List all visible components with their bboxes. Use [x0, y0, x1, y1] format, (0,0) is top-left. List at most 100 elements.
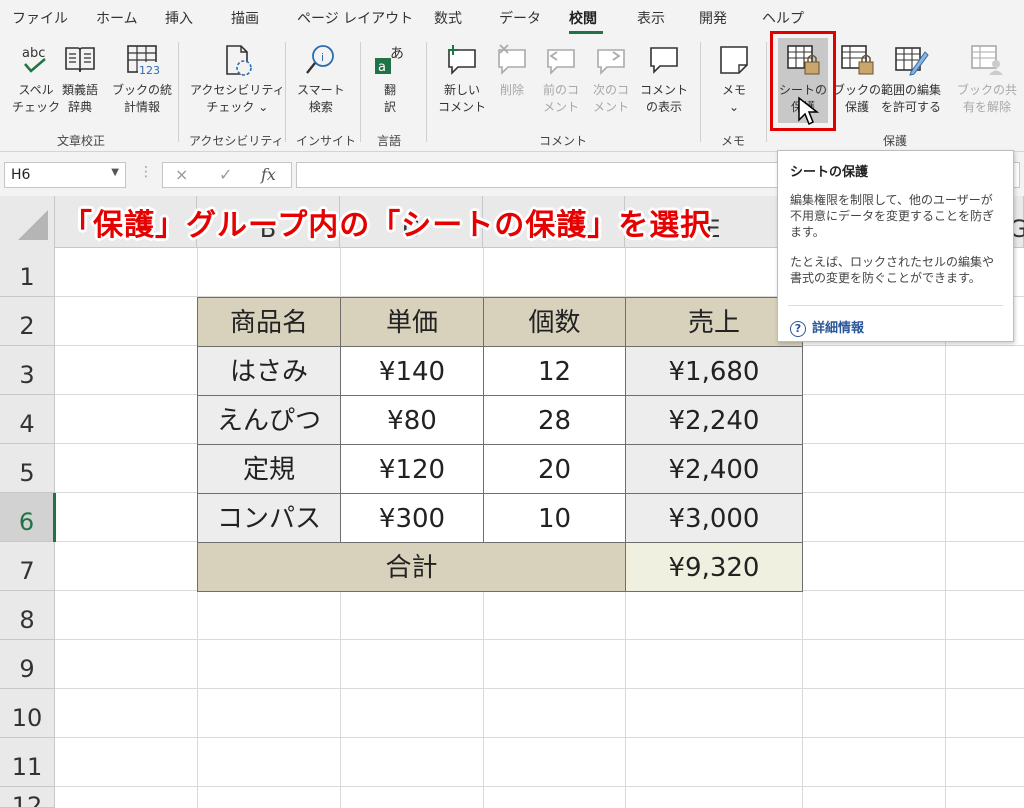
tooltip-example: たとえば、ロックされたセルの編集や書式の変更を防ぐことができます。 [790, 255, 995, 285]
row-header[interactable]: 8 [0, 591, 55, 640]
active-tab-indicator [569, 31, 603, 34]
enter-icon[interactable]: ✓ [219, 165, 232, 184]
row-header[interactable]: 5 [0, 444, 55, 493]
spelling-button[interactable]: abc スペル チェック [12, 42, 60, 116]
table-cell[interactable]: はさみ [197, 346, 341, 396]
menu-bar: ファイル ホーム 挿入 描画 ページ レイアウト 数式 データ 校閲 表示 開発… [0, 0, 1024, 36]
table-cell[interactable]: 10 [483, 493, 626, 543]
row-header[interactable]: 7 [0, 542, 55, 591]
tab-formulas[interactable]: 数式 [434, 8, 462, 28]
previous-comment-icon [547, 49, 575, 75]
group-separator [360, 42, 361, 142]
next-comment-icon [597, 49, 625, 75]
svg-text:123: 123 [139, 64, 160, 77]
notes-button[interactable]: メモ ⌄ [716, 42, 752, 116]
row-header[interactable]: 2 [0, 297, 55, 346]
table-cell[interactable]: ¥2,240 [625, 395, 803, 445]
allow-edit-ranges-button[interactable]: 範囲の編集 を許可する [881, 42, 941, 116]
tooltip-description: 編集権限を制限して、他のユーザーが不用意にデータを変更することを防ぎます。 [790, 193, 995, 239]
table-cell[interactable]: 12 [483, 346, 626, 396]
table-cell[interactable]: ¥2,400 [625, 444, 803, 494]
gridline [55, 786, 1024, 787]
table-cell[interactable]: 20 [483, 444, 626, 494]
table-cell[interactable]: ¥140 [340, 346, 484, 396]
table-cell[interactable]: ¥3,000 [625, 493, 803, 543]
table-cell[interactable]: 28 [483, 395, 626, 445]
table-header[interactable]: 商品名 [197, 297, 341, 347]
chevron-down-icon[interactable]: ▼ [111, 167, 119, 178]
table-cell[interactable]: ¥300 [340, 493, 484, 543]
workbook-statistics-button[interactable]: 123 ブックの統 計情報 [112, 42, 172, 116]
svg-text:あ: あ [390, 46, 404, 62]
unshare-workbook-button[interactable]: ブックの共 有を解除 [957, 42, 1017, 116]
tab-view[interactable]: 表示 [637, 8, 665, 28]
table-cell[interactable]: コンパス [197, 493, 341, 543]
new-comment-button[interactable]: 新しい コメント [438, 42, 486, 116]
ribbon: abc スペル チェック 類義語 辞典 123 ブックの統 計情報 文章校正 ア… [0, 36, 1024, 152]
tab-insert[interactable]: 挿入 [165, 8, 193, 28]
tab-draw[interactable]: 描画 [231, 8, 259, 28]
name-box[interactable]: H6 ▼ [4, 162, 126, 188]
search-icon: i [305, 45, 334, 74]
row-header[interactable]: 4 [0, 395, 55, 444]
group-label-notes: メモ [721, 134, 746, 148]
row-header[interactable]: 10 [0, 689, 55, 738]
name-box-value: H6 [11, 167, 31, 183]
group-label-proofing: 文章校正 [57, 134, 106, 148]
total-label-cell[interactable]: 合計 [197, 542, 626, 592]
cancel-icon[interactable]: × [175, 165, 188, 184]
row-header[interactable]: 3 [0, 346, 55, 395]
book-icon [65, 47, 95, 73]
table-header[interactable]: 単価 [340, 297, 484, 347]
insert-function-icon[interactable]: fx [261, 165, 276, 184]
thesaurus-button[interactable]: 類義語 辞典 [62, 42, 98, 116]
table-cell[interactable]: ¥80 [340, 395, 484, 445]
group-separator [700, 42, 701, 142]
formula-actions: × ✓ fx [162, 162, 292, 188]
tab-file[interactable]: ファイル [12, 8, 68, 28]
translate-button[interactable]: a あ 翻 訳 [372, 42, 408, 116]
tab-developer[interactable]: 開発 [699, 8, 727, 28]
gridline [55, 737, 1024, 738]
tab-home[interactable]: ホーム [96, 8, 138, 28]
tab-data[interactable]: データ [499, 8, 541, 28]
row-header[interactable]: 12 [0, 787, 55, 808]
new-comment-icon [448, 45, 476, 75]
tell-me-more-label: 詳細情報 [812, 321, 865, 336]
delete-comment-button[interactable]: 削除 [494, 42, 530, 99]
next-comment-button[interactable]: 次のコ メント [593, 42, 629, 116]
smart-lookup-button[interactable]: i スマート 検索 [297, 42, 345, 116]
more-icon: ⋮ [139, 164, 153, 180]
tab-help[interactable]: ヘルプ [762, 8, 804, 28]
tell-me-more-link[interactable]: ? 詳細情報 [790, 317, 864, 337]
total-value-cell[interactable]: ¥9,320 [625, 542, 803, 592]
accessibility-icon [226, 45, 253, 76]
check-accessibility-button[interactable]: アクセシビリティ チェック ⌄ [190, 42, 285, 116]
row-header[interactable]: 11 [0, 738, 55, 787]
table-cell[interactable]: 定規 [197, 444, 341, 494]
tab-review[interactable]: 校閲 [569, 8, 597, 28]
show-comments-button[interactable]: コメント の表示 [640, 42, 688, 116]
tab-page-layout[interactable]: ページ レイアウト [297, 8, 413, 28]
table-cell[interactable]: ¥1,680 [625, 346, 803, 396]
group-label-protect: 保護 [883, 134, 908, 148]
row-header[interactable]: 9 [0, 640, 55, 689]
protect-workbook-icon [841, 45, 874, 75]
previous-comment-button[interactable]: 前のコ メント [543, 42, 579, 116]
active-cell-edge [53, 493, 56, 542]
table-cell[interactable]: ¥120 [340, 444, 484, 494]
protect-workbook-button[interactable]: ブックの 保護 [833, 42, 881, 116]
svg-text:abc: abc [22, 46, 45, 61]
instruction-banner: 「保護」グループ内の「シートの保護」を選択 [62, 208, 712, 243]
row-header-selected[interactable]: 6 [0, 493, 55, 542]
allow-edit-ranges-icon [895, 47, 929, 76]
group-separator [766, 42, 767, 142]
table-cell[interactable]: えんぴつ [197, 395, 341, 445]
row-header[interactable]: 1 [0, 248, 55, 297]
delete-comment-icon [498, 44, 526, 75]
group-separator [285, 42, 286, 142]
table-header[interactable]: 個数 [483, 297, 626, 347]
select-all-corner[interactable] [0, 196, 55, 248]
unshare-workbook-icon [971, 45, 1003, 75]
help-icon: ? [790, 321, 806, 337]
